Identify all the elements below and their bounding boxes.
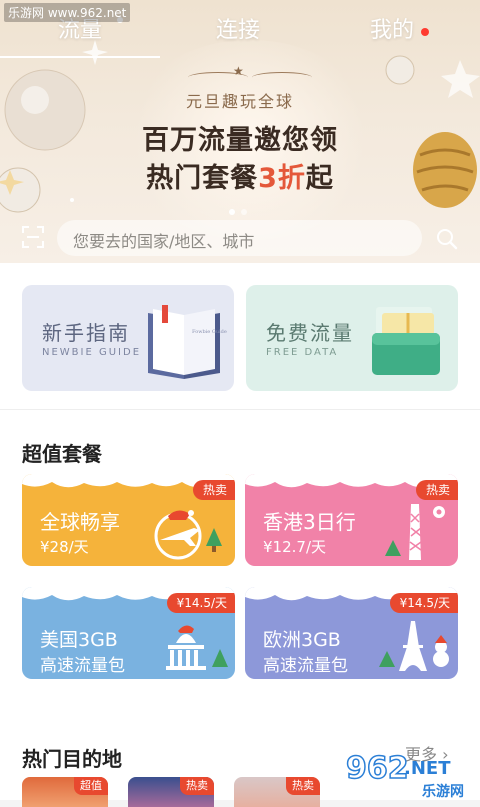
destination-badge: 热卖 bbox=[286, 777, 320, 795]
destination-badge: 超值 bbox=[74, 777, 108, 795]
banner-subtitle: 元旦趣玩全球 bbox=[185, 92, 294, 111]
carousel-dot[interactable] bbox=[241, 209, 247, 215]
banner-title-highlight: 3折 bbox=[258, 163, 306, 194]
destination-card[interactable]: 热卖 bbox=[234, 777, 320, 807]
free-data-card[interactable]: 免费流量 FREE DATA bbox=[246, 285, 458, 391]
package-price: ¥28/天 bbox=[40, 538, 89, 556]
destination-card[interactable]: 热卖 bbox=[128, 777, 214, 807]
tab-connect[interactable]: 连接 bbox=[216, 12, 260, 44]
package-price: ¥12.7/天 bbox=[263, 538, 326, 556]
banner-title-line1: 百万流量邀您领 bbox=[142, 125, 338, 156]
newbie-guide-card[interactable]: 新手指南 NEWBIE GUIDE Fowbie Guide bbox=[22, 285, 234, 391]
hongkong-tower-icon bbox=[385, 504, 445, 560]
logo-sub: 乐游网 bbox=[422, 783, 464, 800]
logo-suffix: .NET bbox=[404, 758, 451, 779]
logo-number: 962 bbox=[346, 751, 409, 786]
package-badge: 热卖 bbox=[192, 480, 235, 500]
package-card-europe[interactable]: ¥14.5/天 欧洲3GB 高速流量包 bbox=[245, 587, 458, 679]
package-name: 美国3GB bbox=[40, 629, 118, 651]
main-content: 新手指南 NEWBIE GUIDE Fowbie Guide 免费流量 FREE… bbox=[0, 263, 480, 807]
package-subtitle: 高速流量包 bbox=[40, 656, 125, 676]
banner-title-prefix: 热门套餐 bbox=[146, 163, 259, 194]
newbie-guide-subtitle: NEWBIE GUIDE bbox=[42, 347, 142, 358]
package-card-usa[interactable]: ¥14.5/天 美国3GB 高速流量包 bbox=[22, 587, 235, 679]
carousel-dot[interactable] bbox=[229, 209, 235, 215]
package-subtitle: 高速流量包 bbox=[263, 656, 348, 676]
free-data-subtitle: FREE DATA bbox=[266, 347, 339, 358]
eiffel-tower-icon bbox=[379, 621, 449, 671]
notification-dot bbox=[421, 28, 429, 36]
section-divider bbox=[0, 409, 480, 410]
banner-flourish-right bbox=[252, 72, 312, 83]
banner-title-suffix: 起 bbox=[305, 163, 334, 194]
package-card-global[interactable]: 热卖 全球畅享 ¥28/天 bbox=[22, 474, 235, 566]
book-icon: Fowbie Guide bbox=[148, 305, 227, 379]
package-badge: 热卖 bbox=[415, 480, 458, 500]
tab-mine[interactable]: 我的 bbox=[370, 12, 414, 44]
package-card-hongkong[interactable]: 热卖 香港3日行 ¥12.7/天 bbox=[245, 474, 458, 566]
search-input[interactable]: 您要去的国家/地区、城市 bbox=[57, 220, 422, 256]
active-tab-indicator bbox=[0, 56, 160, 58]
package-badge: ¥14.5/天 bbox=[166, 593, 235, 613]
packages-section-title: 超值套餐 bbox=[22, 442, 102, 466]
watermark: 乐游网 www.962.net bbox=[4, 3, 131, 22]
free-data-title: 免费流量 bbox=[266, 321, 354, 345]
package-badge: ¥14.5/天 bbox=[389, 593, 458, 613]
destination-badge: 热卖 bbox=[180, 777, 214, 795]
plane-santa-hat-icon bbox=[154, 510, 222, 560]
capitol-building-icon bbox=[166, 625, 228, 670]
scan-icon[interactable] bbox=[22, 226, 44, 248]
hero-banner[interactable]: 乐游网 www.962.net 流量 连接 我的 ★ 元旦趣玩全球 百万流量邀您… bbox=[0, 0, 480, 263]
banner-title-line2: 热门套餐3折起 bbox=[0, 156, 480, 195]
star-icon: ★ bbox=[233, 64, 244, 78]
package-name: 欧洲3GB bbox=[263, 629, 341, 651]
site-logo-watermark: 962 .NET 乐游网 bbox=[345, 750, 464, 800]
search-placeholder: 您要去的国家/地区、城市 bbox=[73, 232, 255, 251]
package-name: 香港3日行 bbox=[263, 510, 356, 534]
book-cover-text: Fowbie Guide bbox=[192, 329, 227, 335]
destinations-section-title: 热门目的地 bbox=[22, 747, 122, 771]
wallet-gift-icon bbox=[372, 307, 440, 375]
search-icon[interactable] bbox=[436, 228, 458, 250]
carousel-dots bbox=[226, 200, 250, 219]
newbie-guide-title: 新手指南 bbox=[42, 321, 130, 345]
destination-card[interactable]: 超值 bbox=[22, 777, 108, 807]
package-name: 全球畅享 bbox=[40, 510, 120, 534]
